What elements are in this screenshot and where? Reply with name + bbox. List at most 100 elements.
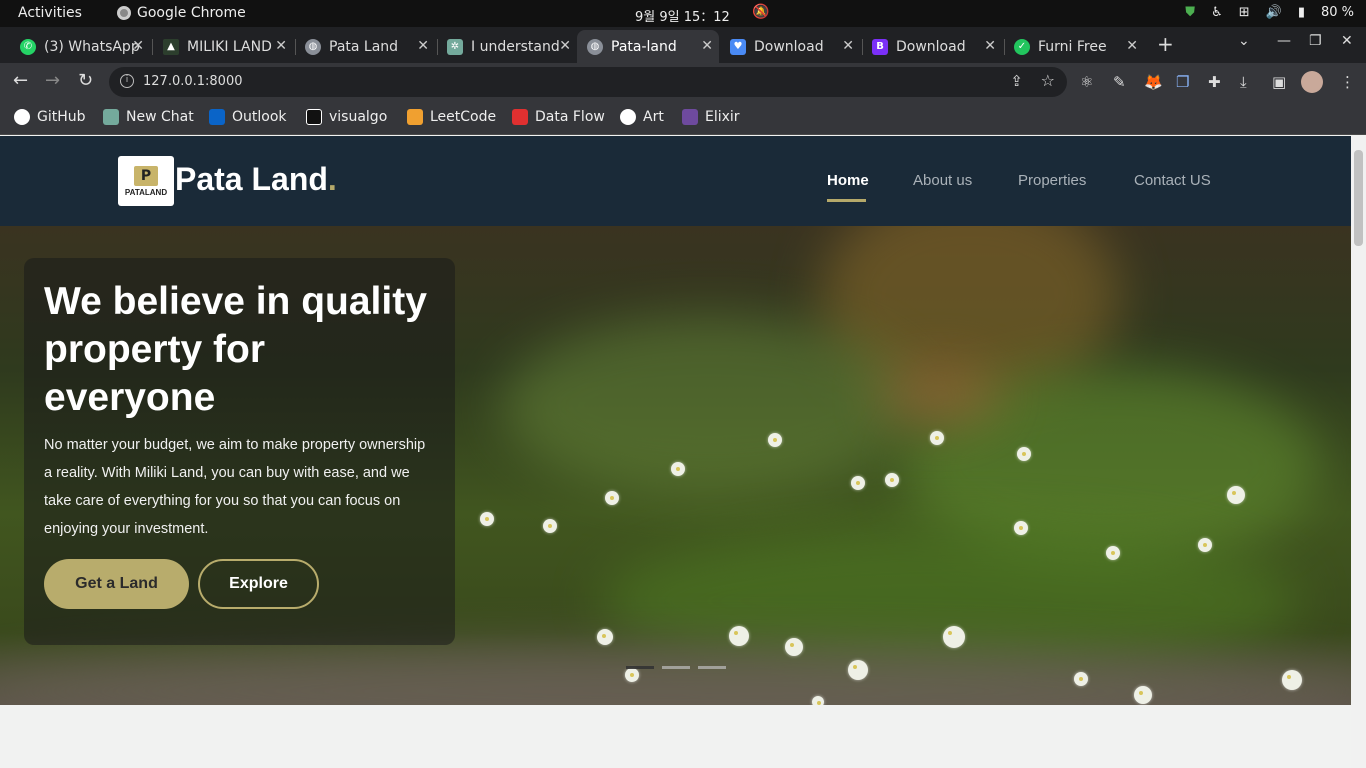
flower bbox=[930, 431, 944, 445]
flower bbox=[625, 668, 639, 682]
bookmark-elixir[interactable]: Elixir bbox=[682, 109, 740, 125]
carousel-indicator[interactable] bbox=[662, 666, 690, 669]
extensions-puzzle-icon[interactable]: ✚ bbox=[1208, 73, 1221, 91]
tab[interactable]: ♥ Download ✕ bbox=[720, 30, 860, 63]
flower bbox=[1017, 447, 1031, 461]
globe-icon: ◍ bbox=[587, 38, 603, 55]
activities-button[interactable]: Activities bbox=[18, 5, 82, 21]
miliki-icon: ▲ bbox=[163, 38, 179, 55]
url-text[interactable]: 127.0.0.1:8000 bbox=[143, 74, 243, 89]
bookmark-label: Outlook bbox=[232, 109, 287, 125]
github-icon bbox=[620, 109, 636, 125]
chatgpt-icon: ✲ bbox=[447, 38, 463, 55]
bookmark-label: Art bbox=[643, 109, 664, 125]
page-scrollbar[interactable] bbox=[1351, 136, 1366, 768]
new-tab-button[interactable]: + bbox=[1157, 32, 1174, 56]
flower bbox=[729, 626, 749, 646]
explore-button[interactable]: Explore bbox=[198, 559, 319, 609]
flower bbox=[1227, 486, 1245, 504]
brand-text: Pata Land bbox=[175, 161, 328, 197]
download-icon[interactable]: ⤓ bbox=[1240, 73, 1247, 91]
close-window-button[interactable]: ✕ bbox=[1341, 33, 1353, 49]
copy-extension-icon[interactable]: ❐ bbox=[1176, 73, 1189, 91]
kebab-menu-icon[interactable]: ⋮ bbox=[1340, 73, 1355, 91]
tab[interactable]: ▲ MILIKI LAND ✕ bbox=[153, 30, 293, 63]
avatar[interactable] bbox=[1301, 71, 1323, 93]
nav-properties[interactable]: Properties bbox=[1018, 172, 1086, 189]
nav-home[interactable]: Home bbox=[827, 172, 869, 189]
bookmark-leetcode[interactable]: LeetCode bbox=[407, 109, 496, 125]
tab[interactable]: B Download ✕ bbox=[862, 30, 1002, 63]
tab[interactable]: ✆ (3) WhatsApp ✕ bbox=[10, 30, 150, 63]
bookmark-new-chat[interactable]: New Chat bbox=[103, 109, 194, 125]
scrollbar-thumb[interactable] bbox=[1354, 150, 1363, 246]
back-arrow-icon[interactable]: ← bbox=[13, 70, 28, 91]
side-panel-icon[interactable]: ▣ bbox=[1272, 73, 1286, 91]
page-viewport: P PATALAND Pata Land. Home About us Prop… bbox=[0, 136, 1351, 768]
forward-arrow-icon[interactable]: → bbox=[45, 70, 60, 91]
github-icon bbox=[14, 109, 30, 125]
close-icon[interactable]: ✕ bbox=[559, 38, 571, 54]
hero-bg-light bbox=[880, 366, 1000, 426]
bookmark-data-flow[interactable]: Data Flow bbox=[512, 109, 605, 125]
site-logo[interactable]: P PATALAND bbox=[118, 156, 174, 206]
bookmark-label: GitHub bbox=[37, 109, 86, 125]
bookmarks-bar: GitHub New Chat Outlook visualgo LeetCod… bbox=[0, 101, 1366, 135]
get-a-land-button[interactable]: Get a Land bbox=[44, 559, 189, 609]
bookmark-label: New Chat bbox=[126, 109, 194, 125]
bookmark-label: visualgo bbox=[329, 109, 388, 125]
metamask-icon[interactable]: 🦊 bbox=[1144, 73, 1163, 91]
react-devtools-icon[interactable]: ⚛ bbox=[1080, 73, 1093, 91]
tab[interactable]: ✲ I understand ✕ bbox=[437, 30, 577, 63]
bookmark-outlook[interactable]: Outlook bbox=[209, 109, 287, 125]
furni-icon: ✓ bbox=[1014, 38, 1030, 55]
share-icon[interactable]: ⇪ bbox=[1010, 72, 1023, 90]
app-menu[interactable]: Google Chrome bbox=[117, 5, 246, 21]
bookmark-star-icon[interactable]: ☆ bbox=[1041, 71, 1055, 90]
logo-text: PATALAND bbox=[124, 187, 168, 197]
notification-bell-icon[interactable]: 🔕 bbox=[752, 4, 769, 20]
system-tray[interactable]: ⛊ ♿ ⊞ 🔊 ▮ 80 % bbox=[1185, 5, 1354, 20]
hero-description: No matter your budget, we aim to make pr… bbox=[44, 437, 426, 537]
site-info-icon[interactable]: i bbox=[120, 74, 134, 88]
browser-toolbar: ← → ↻ i 127.0.0.1:8000 ⇪ ☆ ⚛ ✎ 🦊 ❐ ✚ ⤓ ▣… bbox=[0, 63, 1366, 101]
carousel-indicator[interactable] bbox=[698, 666, 726, 669]
close-icon[interactable]: ✕ bbox=[984, 38, 996, 54]
pen-extension-icon[interactable]: ✎ bbox=[1113, 73, 1126, 91]
close-icon[interactable]: ✕ bbox=[417, 38, 429, 54]
bookmark-art[interactable]: Art bbox=[620, 109, 664, 125]
flower bbox=[768, 433, 782, 447]
close-icon[interactable]: ✕ bbox=[275, 38, 287, 54]
nav-contact-us[interactable]: Contact US bbox=[1134, 172, 1211, 189]
close-icon[interactable]: ✕ bbox=[1126, 38, 1138, 54]
bookmark-label: Elixir bbox=[705, 109, 740, 125]
flower bbox=[848, 660, 868, 680]
clock[interactable]: 9월 9일 15：12 bbox=[635, 6, 730, 25]
close-icon[interactable]: ✕ bbox=[701, 38, 713, 54]
bookmark-visualgo[interactable]: visualgo bbox=[306, 109, 387, 125]
tab[interactable]: ✓ Furni Free ✕ bbox=[1004, 30, 1144, 63]
battery-level: 80 % bbox=[1320, 5, 1354, 20]
tab-search-chevron-icon[interactable]: ⌄ bbox=[1238, 33, 1250, 49]
close-icon[interactable]: ✕ bbox=[132, 38, 144, 54]
tab[interactable]: ◍ Pata Land ✕ bbox=[295, 30, 435, 63]
elixir-icon bbox=[682, 109, 698, 125]
reload-icon[interactable]: ↻ bbox=[78, 70, 93, 91]
flower bbox=[1134, 686, 1152, 704]
close-icon[interactable]: ✕ bbox=[842, 38, 854, 54]
restore-button[interactable]: ❐ bbox=[1309, 33, 1322, 49]
carousel-indicator[interactable] bbox=[626, 666, 654, 669]
site-header: P PATALAND Pata Land. Home About us Prop… bbox=[0, 136, 1351, 226]
hero-bg-light bbox=[500, 316, 920, 496]
bookmark-github[interactable]: GitHub bbox=[14, 109, 86, 125]
flower bbox=[1198, 538, 1212, 552]
nav-about-us[interactable]: About us bbox=[913, 172, 972, 189]
hero-carousel: We believe in quality property for every… bbox=[0, 226, 1351, 705]
address-bar[interactable]: i 127.0.0.1:8000 ⇪ ☆ bbox=[109, 67, 1067, 97]
logo-mark-icon: P bbox=[134, 165, 158, 186]
tab-active[interactable]: ◍ Pata-land ✕ bbox=[577, 30, 719, 63]
flower bbox=[851, 476, 865, 490]
brand-name[interactable]: Pata Land. bbox=[175, 161, 337, 198]
minimize-button[interactable]: — bbox=[1277, 33, 1291, 49]
flower bbox=[480, 512, 494, 526]
